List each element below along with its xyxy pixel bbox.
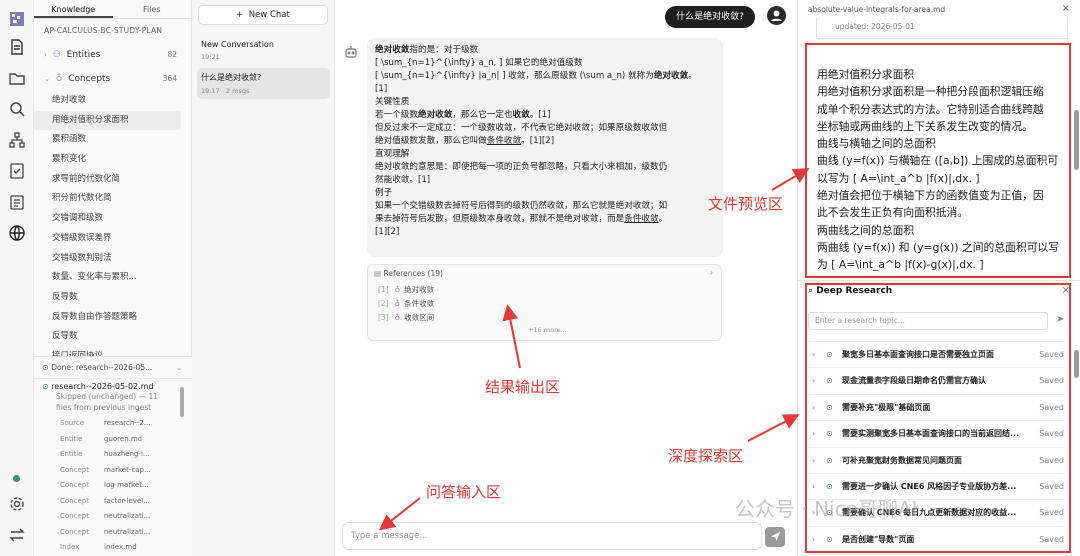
arrow-input (378, 497, 421, 531)
arrow-research (747, 414, 800, 442)
annotation-arrows (378, 167, 810, 531)
arrow-preview (771, 167, 810, 191)
arrow-result (502, 304, 521, 369)
watermark: 公众号 · Nice哥聊AI (735, 497, 918, 521)
